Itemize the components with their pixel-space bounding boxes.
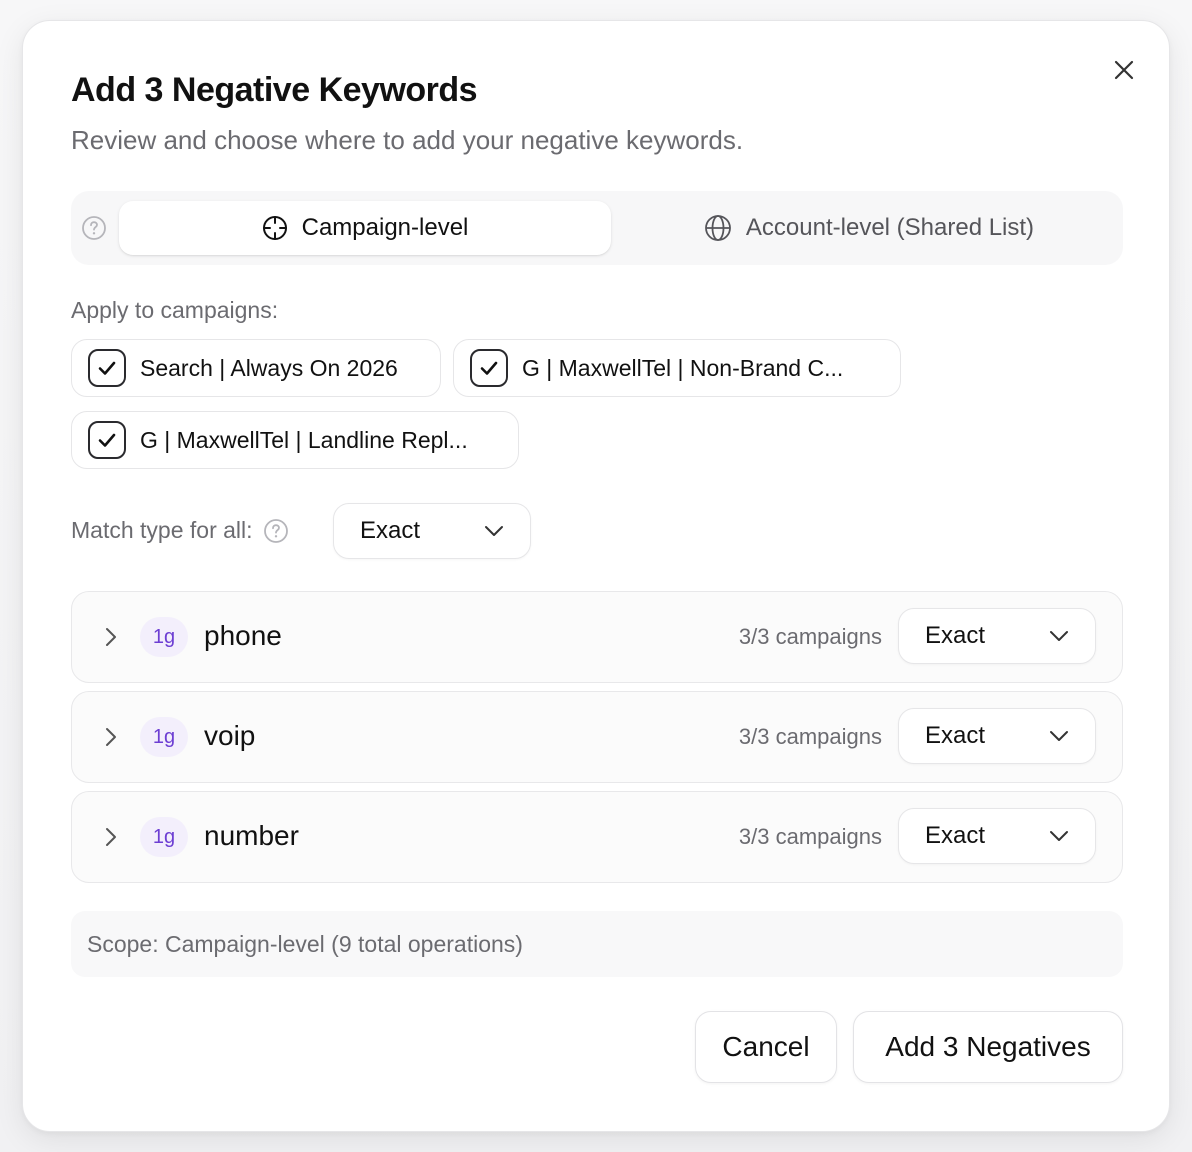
chevron-down-icon	[1050, 631, 1068, 641]
dialog-title: Add 3 Negative Keywords	[71, 71, 478, 109]
chevron-right-icon[interactable]	[100, 825, 122, 849]
keyword-text: voip	[204, 720, 256, 751]
match-type-value: Exact	[360, 517, 421, 544]
chevron-down-icon	[485, 526, 503, 536]
ngram-badge: 1g	[140, 817, 188, 857]
cancel-button[interactable]: Cancel	[695, 1011, 837, 1083]
campaign-count: 3/3 campaigns	[738, 724, 882, 749]
close-button[interactable]	[1109, 55, 1139, 85]
keyword-text: number	[204, 820, 299, 851]
campaign-checkbox[interactable]	[470, 349, 508, 387]
keyword-text: phone	[204, 620, 282, 651]
globe-icon	[705, 215, 731, 241]
check-icon	[98, 433, 116, 447]
tab-label: Campaign-level	[301, 214, 469, 241]
campaign-count: 3/3 campaigns	[738, 624, 882, 649]
campaign-checkbox[interactable]	[88, 421, 126, 459]
chevron-down-icon	[1050, 831, 1068, 841]
add-negatives-button[interactable]: Add 3 Negatives	[853, 1011, 1123, 1083]
match-type-label: Match type for all:	[71, 517, 289, 544]
campaign-chip[interactable]: G | MaxwellTel | Landline Repl...	[71, 411, 519, 469]
dialog-subtitle: Review and choose where to add your nega…	[71, 125, 744, 155]
check-icon	[480, 361, 498, 375]
tab-label: Account-level (Shared List)	[745, 214, 1035, 241]
campaigns-label: Apply to campaigns:	[71, 297, 279, 323]
keyword-match-select[interactable]: Exact	[898, 708, 1096, 764]
chevron-down-icon	[1050, 731, 1068, 741]
keyword-row: 1g number 3/3 campaigns Exact	[71, 791, 1123, 883]
campaign-label: G | MaxwellTel | Landline Repl...	[140, 426, 468, 453]
match-type-select[interactable]: Exact	[333, 503, 531, 559]
scope-summary: Scope: Campaign-level (9 total operation…	[71, 911, 1123, 977]
campaign-chip[interactable]: Search | Always On 2026	[71, 339, 441, 397]
help-circle-icon[interactable]	[81, 215, 107, 241]
keyword-row: 1g voip 3/3 campaigns Exact	[71, 691, 1123, 783]
keyword-match-value: Exact	[925, 822, 986, 849]
tab-campaign-level[interactable]: Campaign-level	[119, 201, 611, 255]
chevron-right-icon[interactable]	[100, 725, 122, 749]
keyword-match-select[interactable]: Exact	[898, 608, 1096, 664]
keyword-match-value: Exact	[925, 722, 986, 749]
campaign-count: 3/3 campaigns	[738, 824, 882, 849]
keyword-match-value: Exact	[925, 622, 986, 649]
campaign-label: G | MaxwellTel | Non-Brand C...	[522, 354, 844, 381]
campaign-label: Search | Always On 2026	[140, 354, 398, 381]
close-icon[interactable]	[1113, 59, 1135, 81]
check-icon	[98, 361, 116, 375]
ngram-badge: 1g	[140, 717, 188, 757]
crosshair-icon	[262, 216, 287, 240]
keyword-row: 1g phone 3/3 campaigns Exact	[71, 591, 1123, 683]
keyword-match-select[interactable]: Exact	[898, 808, 1096, 864]
add-negative-keywords-dialog: Add 3 Negative Keywords Review and choos…	[22, 20, 1170, 1132]
campaign-chip[interactable]: G | MaxwellTel | Non-Brand C...	[453, 339, 901, 397]
chevron-right-icon[interactable]	[100, 625, 122, 649]
scope-tabs: Campaign-level Account-level (Shared Lis…	[71, 191, 1123, 265]
match-type-label-text: Match type for all:	[71, 517, 253, 543]
tab-account-level[interactable]: Account-level (Shared List)	[631, 201, 1107, 255]
help-circle-icon[interactable]	[263, 518, 289, 544]
campaign-checkbox[interactable]	[88, 349, 126, 387]
ngram-badge: 1g	[140, 617, 188, 657]
